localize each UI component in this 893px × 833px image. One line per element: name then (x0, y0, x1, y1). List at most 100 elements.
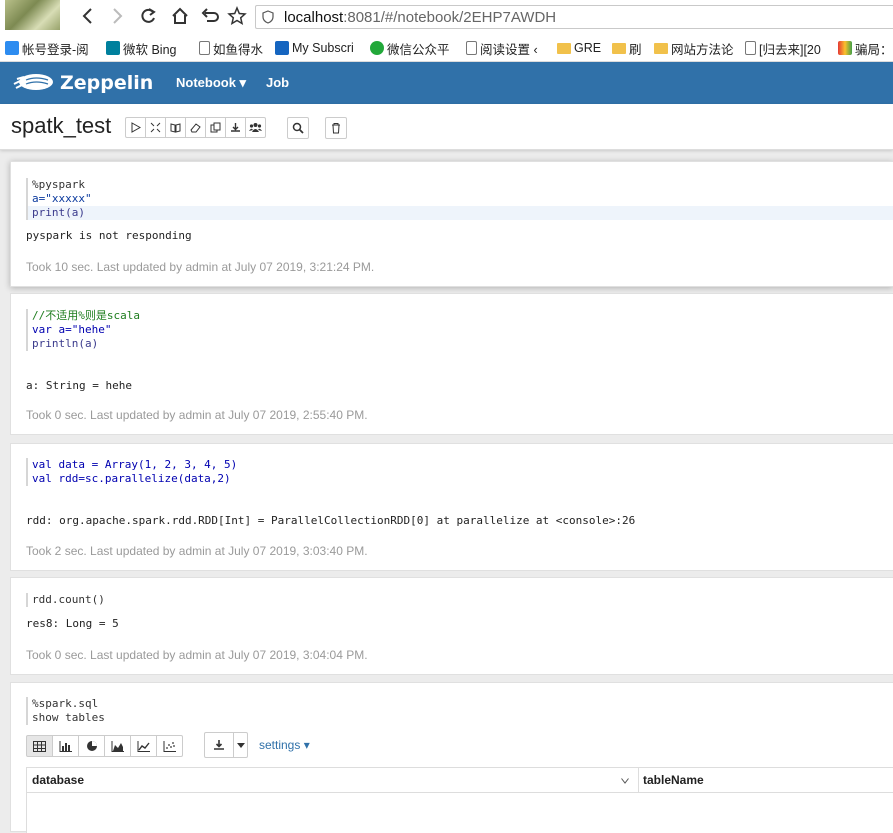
scatter-chart-button[interactable] (156, 735, 183, 757)
url-text: localhost:8081/#/notebook/2EHP7AWDH (284, 9, 557, 26)
code-editor[interactable]: rdd.count() (26, 593, 105, 607)
bookmark-item[interactable]: 如鱼得水 (199, 39, 267, 57)
code-line: //不适用%则是scala (32, 309, 140, 322)
forward-icon[interactable] (107, 6, 127, 26)
code-line: val data = Array(1, 2, 3, 4, 5) (32, 458, 238, 471)
notebook-title[interactable]: spatk_test (11, 113, 111, 139)
download-group (204, 732, 248, 758)
trash-icon (332, 123, 340, 134)
zeppelin-logo-icon[interactable] (12, 71, 54, 95)
code-editor[interactable]: val data = Array(1, 2, 3, 4, 5) val rdd=… (26, 458, 237, 486)
bookmark-item[interactable]: 微信公众平 (370, 39, 454, 57)
code-editor[interactable]: %pyspark a="xxxxx" print(a) (26, 178, 92, 220)
bookmark-item[interactable]: 骗局： (838, 39, 893, 57)
line-chart-button[interactable] (130, 735, 157, 757)
code-line: var a="hehe" (32, 323, 112, 336)
caret-down-icon (236, 742, 245, 748)
bar-chart-icon (59, 740, 72, 752)
collapse-icon (150, 122, 161, 133)
bookmark-folder[interactable]: 刷 (612, 39, 648, 57)
page-icon (745, 41, 756, 55)
tab-thumbnail[interactable] (5, 0, 60, 30)
address-bar[interactable]: localhost:8081/#/notebook/2EHP7AWDH (255, 5, 893, 29)
home-icon[interactable] (170, 6, 190, 26)
paragraph[interactable]: //不适用%则是scala var a="hehe" println(a) a:… (10, 293, 893, 435)
users-icon (249, 123, 262, 132)
back-icon[interactable] (78, 6, 98, 26)
code-editor[interactable]: %spark.sql show tables (26, 697, 105, 725)
scatter-chart-icon (163, 740, 176, 752)
job-menu[interactable]: Job (266, 75, 289, 90)
bookmark-item[interactable]: 帐号登录-阅 (5, 39, 100, 57)
column-menu-icon[interactable] (621, 778, 629, 784)
toggle-output-button[interactable] (165, 117, 186, 138)
notebook-menu[interactable]: Notebook ▾ (176, 75, 246, 91)
download-data-button[interactable] (204, 732, 234, 758)
paragraph-status: Took 0 sec. Last updated by admin at Jul… (26, 408, 368, 422)
download-icon (214, 740, 224, 750)
result-table-header: database tableName (26, 767, 893, 794)
paragraph-status: Took 0 sec. Last updated by admin at Jul… (26, 648, 368, 662)
column-header-database[interactable]: database (32, 773, 84, 787)
paragraph-output: res8: Long = 5 (26, 617, 119, 630)
undo-icon[interactable] (199, 6, 219, 26)
bookmark-item[interactable]: [归去来][20 (745, 39, 830, 57)
code-line: println(a) (32, 337, 99, 350)
code-line: show tables (32, 711, 105, 724)
code-line: a="xxxxx" (32, 192, 92, 205)
folder-icon (612, 42, 626, 54)
eraser-icon (190, 123, 201, 133)
area-chart-button[interactable] (104, 735, 131, 757)
pie-chart-button[interactable] (78, 735, 105, 757)
visualization-switcher (26, 735, 183, 757)
qq-icon (5, 41, 19, 55)
active-line-highlight (28, 206, 893, 220)
download-options-button[interactable] (233, 732, 248, 758)
search-icon (292, 122, 304, 134)
browser-toolbar: localhost:8081/#/notebook/2EHP7AWDH (0, 0, 893, 34)
permissions-button[interactable] (245, 117, 266, 138)
notebook-header: spatk_test (0, 104, 893, 150)
bookmark-item[interactable]: My Subscri (275, 39, 357, 57)
zeppelin-navbar: Zeppelin Notebook ▾ Job (0, 62, 893, 104)
shield-icon (262, 10, 274, 24)
column-divider (638, 768, 639, 794)
search-button[interactable] (287, 117, 309, 139)
brand-name[interactable]: Zeppelin (60, 72, 153, 94)
paragraph[interactable]: %pyspark a="xxxxx" print(a) pyspark is n… (10, 161, 893, 287)
paragraph-status: Took 2 sec. Last updated by admin at Jul… (26, 544, 368, 558)
notebook-actions (125, 117, 266, 138)
bookmarks-bar: 帐号登录-阅 微软 Bing 如鱼得水 My Subscri 微信公众平 阅读设… (0, 34, 893, 62)
clear-output-button[interactable] (185, 117, 206, 138)
paragraph-output: pyspark is not responding (26, 229, 192, 242)
bing-icon (106, 41, 120, 55)
bookmark-item[interactable]: 阅读设置 ‹ (466, 39, 546, 57)
code-editor[interactable]: //不适用%则是scala var a="hehe" println(a) (26, 309, 140, 351)
code-line: print(a) (32, 206, 85, 219)
column-header-tablename[interactable]: tableName (643, 773, 704, 787)
paragraph-output: rdd: org.apache.spark.rdd.RDD[Int] = Par… (26, 514, 636, 527)
star-icon[interactable] (227, 6, 247, 26)
play-icon (131, 122, 141, 133)
bar-chart-button[interactable] (52, 735, 79, 757)
code-line: val rdd=sc.parallelize(data,2) (32, 472, 231, 485)
folder-icon (557, 42, 571, 54)
settings-toggle[interactable]: settings ▾ (259, 738, 310, 752)
bookmark-folder[interactable]: GRE (557, 39, 603, 57)
delete-notebook-button[interactable] (325, 117, 347, 139)
run-all-button[interactable] (125, 117, 146, 138)
paragraph[interactable]: val data = Array(1, 2, 3, 4, 5) val rdd=… (10, 443, 893, 571)
bookmark-item[interactable]: 微软 Bing (106, 39, 186, 57)
paragraph[interactable]: rdd.count() res8: Long = 5 Took 0 sec. L… (10, 577, 893, 675)
paragraph[interactable]: %spark.sql show tables settings ▾ databa… (10, 682, 893, 833)
pie-chart-icon (86, 741, 97, 751)
clone-button[interactable] (205, 117, 226, 138)
table-view-button[interactable] (26, 735, 53, 757)
reload-icon[interactable] (138, 6, 158, 26)
toggle-code-button[interactable] (145, 117, 166, 138)
paragraph-output: a: String = hehe (26, 379, 132, 392)
v-icon (275, 41, 289, 55)
export-button[interactable] (225, 117, 246, 138)
download-icon (231, 123, 240, 132)
bookmark-folder[interactable]: 网站方法论 (654, 39, 734, 57)
